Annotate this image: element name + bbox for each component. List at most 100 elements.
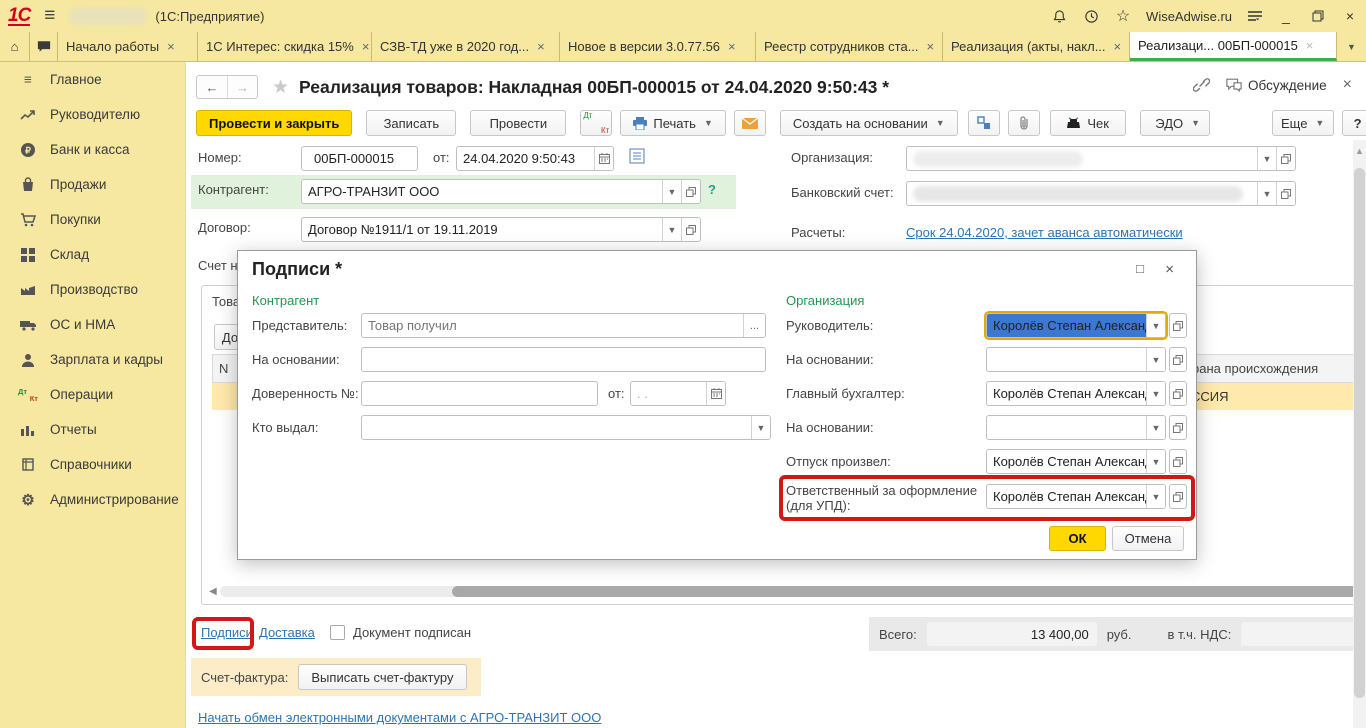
dt-kt-button[interactable]: Дт Кт (580, 110, 612, 136)
sidebar-item-bank[interactable]: ₽Банк и касса (0, 132, 185, 167)
edi-exchange-link[interactable]: Начать обмен электронными документами с … (198, 710, 601, 725)
number-input[interactable] (308, 147, 411, 170)
home-tab-icon[interactable]: ⌂ (0, 32, 30, 61)
chevron-down-icon[interactable]: ▼ (662, 180, 681, 203)
chevron-down-icon[interactable]: ▼ (662, 218, 681, 241)
open-item-icon[interactable] (681, 218, 700, 241)
representative-input[interactable] (368, 314, 737, 337)
poa-number-input[interactable] (368, 382, 591, 405)
post-button[interactable]: Провести (470, 110, 566, 136)
sidebar-item-main[interactable]: ≡Главное (0, 62, 185, 97)
tab-new-version[interactable]: Новое в версии 3.0.77.56× (560, 32, 756, 61)
forward-arrow-icon[interactable]: → (227, 76, 257, 98)
manager-field[interactable]: Королёв Степан Александ ▼ (986, 313, 1166, 338)
tab-overflow-icon[interactable]: ▼ (1337, 32, 1366, 61)
open-item-icon[interactable] (1169, 313, 1187, 338)
cancel-button[interactable]: Отмена (1112, 526, 1184, 551)
favorites-star-icon[interactable]: ☆ (1114, 7, 1132, 25)
poa-number-field[interactable] (361, 381, 598, 406)
attachments-button[interactable] (1008, 110, 1040, 136)
table-row-country-partial[interactable]: ССИЯ (1185, 383, 1366, 410)
ok-button[interactable]: ОК (1049, 526, 1106, 551)
open-item-icon[interactable] (1169, 381, 1187, 406)
post-and-close-button[interactable]: Провести и закрыть (196, 110, 352, 136)
close-document-icon[interactable]: × (1343, 76, 1352, 94)
structure-button[interactable] (968, 110, 1000, 136)
open-item-icon[interactable] (1276, 182, 1295, 205)
document-signed-checkbox[interactable] (330, 625, 345, 640)
issued-by-field[interactable]: ▼ (361, 415, 771, 440)
tab-close-icon[interactable]: × (167, 39, 175, 54)
basis-field[interactable] (361, 347, 766, 372)
chief-accountant-field[interactable]: Королёв Степан Александ ▼ (986, 381, 1166, 406)
main-vertical-scrollbar[interactable]: ▲ (1353, 140, 1366, 728)
more-button[interactable]: Еще▼ (1272, 110, 1334, 136)
sidebar-item-operations[interactable]: ДтКтОперации (0, 377, 185, 412)
open-item-icon[interactable] (681, 180, 700, 203)
number-field[interactable] (301, 146, 418, 171)
tab-sales-doc-active[interactable]: Реализаци... 00БП-000015× (1130, 32, 1337, 61)
open-item-icon[interactable] (1276, 147, 1295, 170)
sidebar-item-manager[interactable]: Руководителю (0, 97, 185, 132)
basis2-field[interactable]: ▼ (986, 347, 1166, 372)
close-window-button[interactable]: × (1342, 8, 1358, 24)
representative-field[interactable]: ... (361, 313, 766, 338)
tab-close-icon[interactable]: × (728, 39, 736, 54)
create-based-on-button[interactable]: Создать на основании▼ (780, 110, 958, 136)
tab-1c-interest[interactable]: 1С Интерес: скидка 15%× (198, 32, 372, 61)
chevron-down-icon[interactable]: ▼ (751, 416, 770, 439)
calendar-icon[interactable] (706, 382, 725, 405)
bank-account-field[interactable]: ▼ (906, 181, 1296, 206)
dialog-close-icon[interactable]: × (1165, 261, 1174, 278)
tab-start[interactable]: Начало работы× (58, 32, 198, 61)
delivery-link[interactable]: Доставка (259, 625, 315, 640)
chevron-down-icon[interactable]: ▼ (1146, 416, 1165, 439)
favorite-star-icon[interactable]: ★ (272, 76, 289, 99)
main-menu-icon[interactable]: ≡ (44, 5, 55, 27)
discussion-button[interactable]: Обсуждение (1226, 78, 1327, 93)
signatures-link[interactable]: Подписи (201, 625, 253, 640)
print-button[interactable]: Печать▼ (620, 110, 726, 136)
settlements-link[interactable]: Срок 24.04.2020, зачет аванса автоматиче… (906, 225, 1183, 240)
sidebar-item-purchases[interactable]: Покупки (0, 202, 185, 237)
tab-close-icon[interactable]: × (1306, 38, 1314, 53)
organization-field[interactable]: ▼ (906, 146, 1296, 171)
service-menu-icon[interactable] (1246, 7, 1264, 25)
back-arrow-icon[interactable]: ← (197, 76, 227, 98)
get-link-icon[interactable] (1193, 77, 1210, 93)
chevron-down-icon[interactable]: ▼ (1146, 314, 1165, 337)
open-item-icon[interactable] (1169, 347, 1187, 372)
minimize-button[interactable]: _ (1278, 8, 1294, 24)
open-item-icon[interactable] (1169, 415, 1187, 440)
poa-date-field[interactable]: . . (630, 381, 726, 406)
notifications-bell-icon[interactable] (1050, 7, 1068, 25)
chevron-down-icon[interactable]: ▼ (1257, 182, 1276, 205)
tab-close-icon[interactable]: × (537, 39, 545, 54)
issue-invoice-button[interactable]: Выписать счет-фактуру (298, 664, 466, 690)
calendar-icon[interactable] (594, 147, 613, 170)
counterparty-check-icon[interactable]: ? (708, 182, 716, 197)
edo-button[interactable]: ЭДО▼ (1140, 110, 1210, 136)
sidebar-item-sales[interactable]: Продажи (0, 167, 185, 202)
history-icon[interactable] (1082, 7, 1100, 25)
sidebar-item-directories[interactable]: Справочники (0, 447, 185, 482)
sidebar-item-administration[interactable]: ⚙Администрирование (0, 482, 185, 517)
check-button[interactable]: Чек (1050, 110, 1126, 136)
scroll-up-icon[interactable]: ▲ (1355, 146, 1364, 156)
scroll-left-icon[interactable]: ◀ (206, 586, 220, 597)
sidebar-item-fixed-assets[interactable]: ОС и НМА (0, 307, 185, 342)
released-by-field[interactable]: Королёв Степан Александ ▼ (986, 449, 1166, 474)
responsible-field[interactable]: Королёв Степан Александ ▼ (986, 484, 1166, 509)
chevron-down-icon[interactable]: ▼ (1257, 147, 1276, 170)
tab-register[interactable]: Реестр сотрудников ста...× (756, 32, 943, 61)
vscroll-thumb[interactable] (1354, 168, 1365, 698)
col-header-n[interactable]: N (212, 354, 240, 383)
tab-szvtd[interactable]: СЗВ-ТД уже в 2020 год...× (372, 32, 560, 61)
chevron-down-icon[interactable]: ▼ (1146, 382, 1165, 405)
sidebar-item-production[interactable]: Производство (0, 272, 185, 307)
sidebar-item-warehouse[interactable]: Склад (0, 237, 185, 272)
tab-close-icon[interactable]: × (1114, 39, 1122, 54)
email-button[interactable] (734, 110, 766, 136)
help-button[interactable]: ? (1342, 110, 1366, 136)
chevron-down-icon[interactable]: ▼ (1146, 450, 1165, 473)
